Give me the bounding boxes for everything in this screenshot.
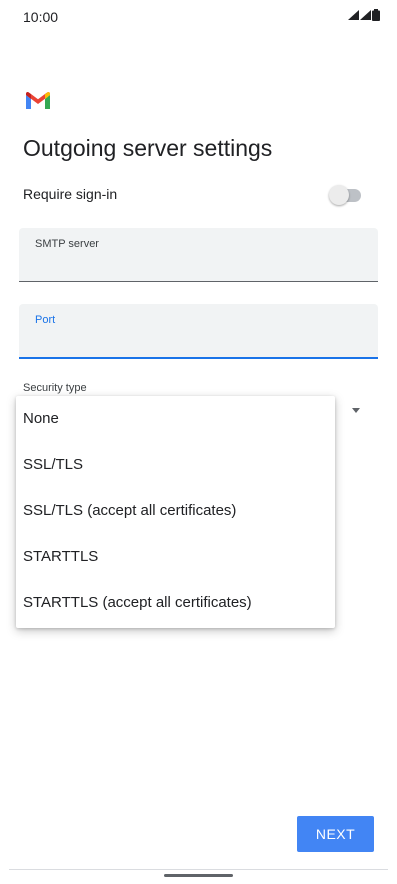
page-title: Outgoing server settings bbox=[23, 135, 273, 161]
menu-item-ssl-tls-accept-all[interactable]: SSL/TLS (accept all certificates) bbox=[16, 488, 335, 534]
next-button[interactable]: NEXT bbox=[297, 816, 374, 852]
security-type-label: Security type bbox=[23, 382, 87, 394]
port-field[interactable]: Port bbox=[19, 304, 378, 359]
smtp-server-field[interactable]: SMTP server bbox=[19, 228, 378, 282]
smtp-server-label: SMTP server bbox=[35, 238, 99, 250]
security-type-menu: None SSL/TLS SSL/TLS (accept all certifi… bbox=[16, 396, 335, 628]
signal-icon bbox=[360, 10, 371, 20]
require-signin-row: Require sign-in bbox=[23, 184, 363, 206]
dropdown-arrow-icon[interactable] bbox=[352, 408, 360, 413]
menu-item-starttls[interactable]: STARTTLS bbox=[16, 534, 335, 580]
menu-item-none[interactable]: None bbox=[16, 396, 335, 442]
toggle-thumb bbox=[329, 185, 349, 205]
battery-icon bbox=[372, 9, 380, 21]
gmail-logo bbox=[26, 92, 50, 109]
require-signin-label: Require sign-in bbox=[23, 186, 118, 202]
menu-item-ssl-tls[interactable]: SSL/TLS bbox=[16, 442, 335, 488]
status-time: 10:00 bbox=[23, 9, 59, 25]
port-label: Port bbox=[35, 314, 56, 326]
home-indicator[interactable] bbox=[164, 874, 233, 877]
menu-item-starttls-accept-all[interactable]: STARTTLS (accept all certificates) bbox=[16, 580, 335, 626]
require-signin-toggle[interactable] bbox=[329, 185, 363, 205]
status-icons bbox=[348, 9, 380, 21]
bottom-divider bbox=[9, 869, 388, 870]
status-bar: 10:00 bbox=[0, 0, 397, 34]
signal-icon bbox=[348, 10, 359, 20]
